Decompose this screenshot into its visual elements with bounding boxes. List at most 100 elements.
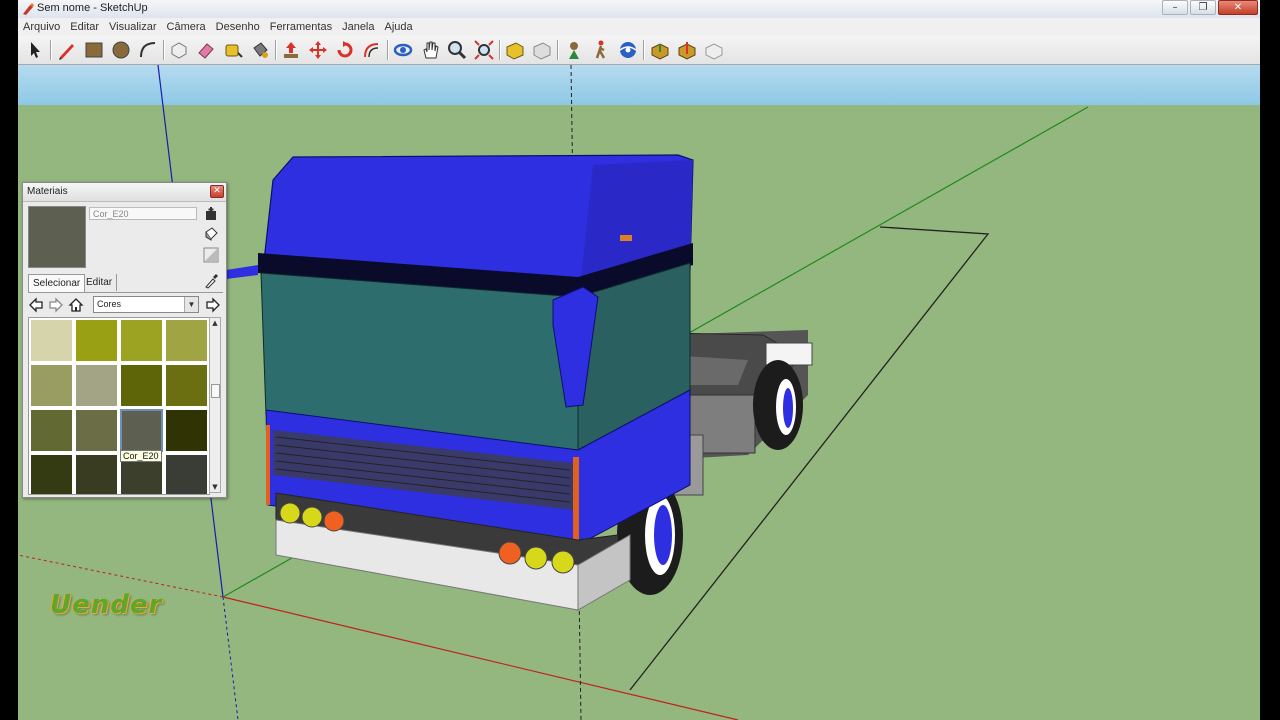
window-title: Sem nome - SketchUp: [37, 2, 148, 14]
toolbar-separator: [50, 40, 52, 60]
menu-ajuda[interactable]: Ajuda: [380, 21, 418, 33]
fog-light-left-1: [279, 502, 301, 524]
materials-titlebar[interactable]: Materiais ✕: [23, 183, 226, 202]
home-icon[interactable]: [68, 297, 84, 313]
look-around-icon[interactable]: [617, 39, 639, 61]
materials-nav: Cores ▼: [28, 296, 223, 314]
fog-light-right-2: [551, 550, 575, 574]
zoom-icon[interactable]: [446, 39, 468, 61]
fog-light-left-2: [301, 506, 323, 528]
title-bar: Sem nome - SketchUp – ❐ ✕: [18, 0, 1260, 19]
scroll-up-icon[interactable]: ▲: [210, 318, 220, 328]
indicator-left: [323, 510, 345, 532]
eyedropper-icon[interactable]: [203, 273, 219, 289]
position-camera-icon[interactable]: [563, 39, 585, 61]
pencil-line-icon[interactable]: [56, 39, 78, 61]
library-select-value: Cores: [97, 299, 122, 309]
swatch-scrollbar[interactable]: ▲ ▼: [209, 317, 221, 493]
material-swatch[interactable]: [76, 365, 117, 406]
marker-light: [620, 235, 632, 241]
tab-edit[interactable]: Editar: [82, 274, 118, 291]
toolbar-separator: [275, 40, 277, 60]
swatch-tooltip: Cor_E20: [120, 450, 162, 462]
material-swatch[interactable]: [31, 410, 72, 451]
material-swatch[interactable]: [121, 365, 162, 406]
rectangle-icon[interactable]: [83, 39, 105, 61]
create-material-icon[interactable]: [203, 206, 219, 222]
material-swatch[interactable]: [120, 409, 163, 452]
toolbar-separator: [387, 40, 389, 60]
share-model-icon[interactable]: [676, 39, 698, 61]
tape-measure-icon[interactable]: [222, 39, 244, 61]
material-swatch[interactable]: [166, 410, 207, 451]
sketchup-window: Sem nome - SketchUp – ❐ ✕ Arquivo Editar…: [18, 0, 1260, 720]
extension-warehouse-icon[interactable]: [703, 39, 725, 61]
scroll-thumb[interactable]: [211, 384, 220, 398]
default-material-icon[interactable]: [203, 226, 219, 242]
menu-arquivo[interactable]: Arquivo: [18, 21, 65, 33]
display-secondary-pane-icon[interactable]: [203, 247, 219, 263]
material-swatch[interactable]: [31, 365, 72, 406]
toolbar: [18, 36, 1260, 65]
sketchup-app-icon: [23, 3, 34, 15]
eraser-icon[interactable]: [195, 39, 217, 61]
walk-icon[interactable]: [590, 39, 612, 61]
back-arrow-icon[interactable]: [28, 297, 44, 313]
front-wheel-hub: [654, 505, 672, 565]
library-select[interactable]: Cores ▼: [93, 296, 199, 313]
forward-arrow-icon[interactable]: [48, 297, 64, 313]
material-swatch[interactable]: [76, 410, 117, 451]
materials-close-button[interactable]: ✕: [210, 185, 224, 198]
menu-editar[interactable]: Editar: [65, 21, 104, 33]
pan-icon[interactable]: [419, 39, 441, 61]
close-button[interactable]: ✕: [1218, 0, 1258, 15]
menu-janela[interactable]: Janela: [337, 21, 379, 33]
material-swatch[interactable]: [76, 455, 117, 494]
material-swatch[interactable]: [31, 455, 72, 494]
menu-camera[interactable]: Câmera: [162, 21, 211, 33]
material-swatch[interactable]: [166, 365, 207, 406]
menu-desenho[interactable]: Desenho: [211, 21, 265, 33]
previous-view-icon[interactable]: [504, 39, 526, 61]
menu-visualizar[interactable]: Visualizar: [104, 21, 162, 33]
paint-bucket-icon[interactable]: [249, 39, 271, 61]
minimize-button[interactable]: –: [1162, 0, 1188, 15]
materials-title: Materiais: [27, 186, 68, 197]
toolbar-separator: [643, 40, 645, 60]
side-light-strip-left: [266, 425, 270, 505]
material-swatch[interactable]: [166, 455, 207, 494]
indicator-right: [498, 541, 522, 565]
maximize-button[interactable]: ❐: [1190, 0, 1216, 15]
material-swatch[interactable]: [166, 320, 207, 361]
rear-wheel-hub: [783, 388, 793, 428]
material-swatch[interactable]: [76, 320, 117, 361]
menu-ferramentas[interactable]: Ferramentas: [265, 21, 337, 33]
zoom-extents-icon[interactable]: [473, 39, 495, 61]
rotate-icon[interactable]: [334, 39, 356, 61]
materials-panel: Materiais ✕ Cor_E20 Selecionar Editar Co…: [22, 182, 227, 498]
select-tool-icon[interactable]: [24, 39, 46, 61]
toolbar-separator: [163, 40, 165, 60]
side-light-strip: [573, 457, 579, 547]
get-models-icon[interactable]: [649, 39, 671, 61]
move-icon[interactable]: [307, 39, 329, 61]
orbit-icon[interactable]: [392, 39, 414, 61]
materials-tabs: Selecionar Editar: [28, 274, 223, 293]
tab-select[interactable]: Selecionar: [28, 274, 86, 292]
make-component-icon[interactable]: [168, 39, 190, 61]
details-arrow-icon[interactable]: [205, 297, 221, 313]
sky: [18, 65, 1260, 105]
fog-light-right-1: [524, 546, 548, 570]
channel-watermark: Uender: [50, 590, 163, 620]
push-pull-icon[interactable]: [280, 39, 302, 61]
arc-icon[interactable]: [137, 39, 159, 61]
circle-icon[interactable]: [110, 39, 132, 61]
window-controls: – ❐ ✕: [1160, 0, 1258, 18]
material-swatch[interactable]: [121, 320, 162, 361]
scroll-down-icon[interactable]: ▼: [210, 482, 220, 492]
material-preview: [28, 206, 86, 268]
material-name-field[interactable]: Cor_E20: [89, 207, 197, 220]
offset-icon[interactable]: [361, 39, 383, 61]
next-view-icon[interactable]: [531, 39, 553, 61]
material-swatch[interactable]: [31, 320, 72, 361]
